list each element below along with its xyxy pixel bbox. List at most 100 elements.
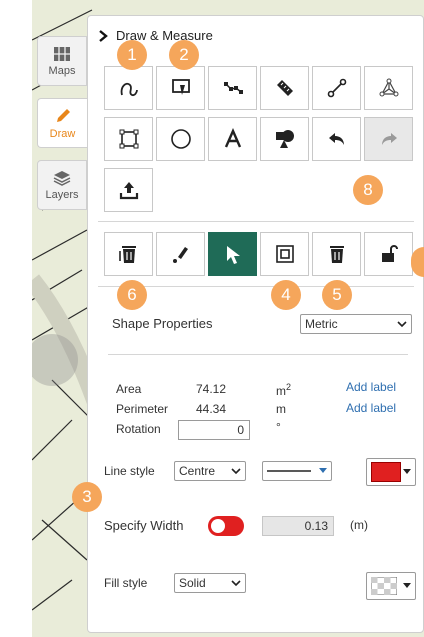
nav-maps-button[interactable]: Maps xyxy=(37,36,87,86)
transparent-swatch-icon xyxy=(371,577,397,595)
cursor-arrow-icon xyxy=(226,246,240,264)
rectangle-icon xyxy=(119,129,138,149)
line-pattern-select[interactable] xyxy=(262,461,332,481)
line-color-swatch xyxy=(371,462,401,482)
units-select[interactable]: Metric xyxy=(300,314,412,334)
point-tool-button[interactable] xyxy=(156,66,205,110)
trash-icon xyxy=(329,246,344,263)
toolbar-divider xyxy=(98,221,414,222)
nav-maps-label: Maps xyxy=(48,65,76,77)
nav-layers-button[interactable]: Layers xyxy=(37,160,87,210)
trash-multiple-icon xyxy=(118,246,136,263)
perimeter-label: Perimeter xyxy=(116,402,169,416)
rectangle-tool-button[interactable] xyxy=(104,117,153,161)
shape-properties-title: Shape Properties xyxy=(112,316,213,331)
width-input[interactable]: 0.13 xyxy=(262,516,334,536)
line-style-label: Line style xyxy=(104,464,155,478)
copy-frame-icon xyxy=(275,245,294,263)
units-select-value: Metric xyxy=(305,317,338,331)
copy-shape-button[interactable] xyxy=(260,232,309,276)
left-navigation: Maps Draw Layers xyxy=(37,36,87,222)
polygon-tool-button[interactable] xyxy=(364,66,413,110)
measure-tool-button[interactable] xyxy=(260,66,309,110)
fill-style-select-value: Solid xyxy=(179,576,206,590)
caret-down-icon xyxy=(403,583,411,588)
maps-icon xyxy=(54,47,70,61)
panel-header[interactable]: Draw & Measure xyxy=(98,28,213,43)
text-tool-button[interactable] xyxy=(208,117,257,161)
perimeter-add-label-link[interactable]: Add label xyxy=(346,401,396,415)
chevron-down-icon xyxy=(397,321,407,328)
perimeter-value: 44.34 xyxy=(196,402,227,416)
undo-button[interactable] xyxy=(312,117,361,161)
specify-width-toggle[interactable] xyxy=(208,516,244,536)
redo-button[interactable] xyxy=(364,117,413,161)
import-button[interactable] xyxy=(104,168,153,212)
polyline-tool-button[interactable] xyxy=(208,66,257,110)
chevron-right-icon xyxy=(99,29,108,42)
freehand-icon xyxy=(120,82,138,97)
caret-down-icon xyxy=(319,468,327,473)
width-unit: (m) xyxy=(350,518,368,532)
pencil-icon xyxy=(56,109,70,122)
callout-badge-1: 1 xyxy=(117,40,147,70)
redo-icon xyxy=(381,133,397,145)
callout-badge-6: 6 xyxy=(117,280,147,310)
perimeter-unit: m xyxy=(276,402,286,416)
props-divider xyxy=(108,354,408,355)
edit-vertices-button[interactable] xyxy=(156,232,205,276)
nav-draw-label: Draw xyxy=(49,128,76,140)
shapes-icon xyxy=(275,130,294,148)
solid-line-icon xyxy=(267,470,311,472)
callout-badge-3: 3 xyxy=(72,482,102,512)
freehand-tool-button[interactable] xyxy=(104,66,153,110)
nav-layers-label: Layers xyxy=(45,189,79,201)
lock-toggle-button[interactable] xyxy=(364,232,413,276)
unlock-icon xyxy=(381,245,398,262)
specify-width-label: Specify Width xyxy=(104,518,184,533)
line-segment-icon xyxy=(327,78,346,98)
line-tool-button[interactable] xyxy=(312,66,361,110)
callout-badge-4: 4 xyxy=(271,280,301,310)
polyline-icon xyxy=(223,82,243,94)
callout-badge-2: 2 xyxy=(169,40,199,70)
delete-all-button[interactable] xyxy=(104,232,153,276)
callout-badge-5: 5 xyxy=(322,280,352,310)
fill-style-label: Fill style xyxy=(104,576,148,590)
circle-icon xyxy=(170,129,191,149)
line-color-picker[interactable] xyxy=(366,458,416,486)
rotation-input[interactable]: 0 xyxy=(178,420,250,440)
polygon-icon xyxy=(379,78,398,97)
rotation-unit: ° xyxy=(276,420,281,434)
fill-style-select[interactable]: Solid xyxy=(174,573,246,593)
shape-properties-section: Shape Properties Metric Area 74.12 m2 Ad… xyxy=(98,302,420,632)
line-style-select-value: Centre xyxy=(179,464,216,478)
area-unit-base: m xyxy=(276,384,286,398)
toggle-knob xyxy=(211,519,225,533)
area-label: Area xyxy=(116,382,142,396)
area-unit-superscript: 2 xyxy=(286,382,292,392)
circle-tool-button[interactable] xyxy=(156,117,205,161)
layers-icon xyxy=(53,171,71,186)
pen-edit-icon xyxy=(172,247,188,263)
chevron-down-icon xyxy=(231,468,241,475)
undo-icon xyxy=(328,133,344,145)
area-add-label-link[interactable]: Add label xyxy=(346,380,396,394)
symbol-tool-button[interactable] xyxy=(260,117,309,161)
fill-color-picker[interactable] xyxy=(366,572,416,600)
line-style-select[interactable]: Centre xyxy=(174,461,246,481)
nav-draw-button[interactable]: Draw xyxy=(37,98,87,148)
area-unit: m2 xyxy=(276,382,291,398)
ruler-icon xyxy=(276,80,293,96)
upload-icon xyxy=(119,182,138,200)
rotation-label: Rotation xyxy=(116,422,161,436)
point-marker-icon xyxy=(171,79,190,95)
caret-down-icon xyxy=(403,469,411,474)
chevron-down-icon xyxy=(231,580,241,587)
delete-shape-button[interactable] xyxy=(312,232,361,276)
panel-divider xyxy=(98,286,414,287)
text-icon xyxy=(224,128,241,148)
select-tool-button[interactable] xyxy=(208,232,257,276)
area-value: 74.12 xyxy=(196,382,227,396)
callout-badge-8: 8 xyxy=(353,175,383,205)
